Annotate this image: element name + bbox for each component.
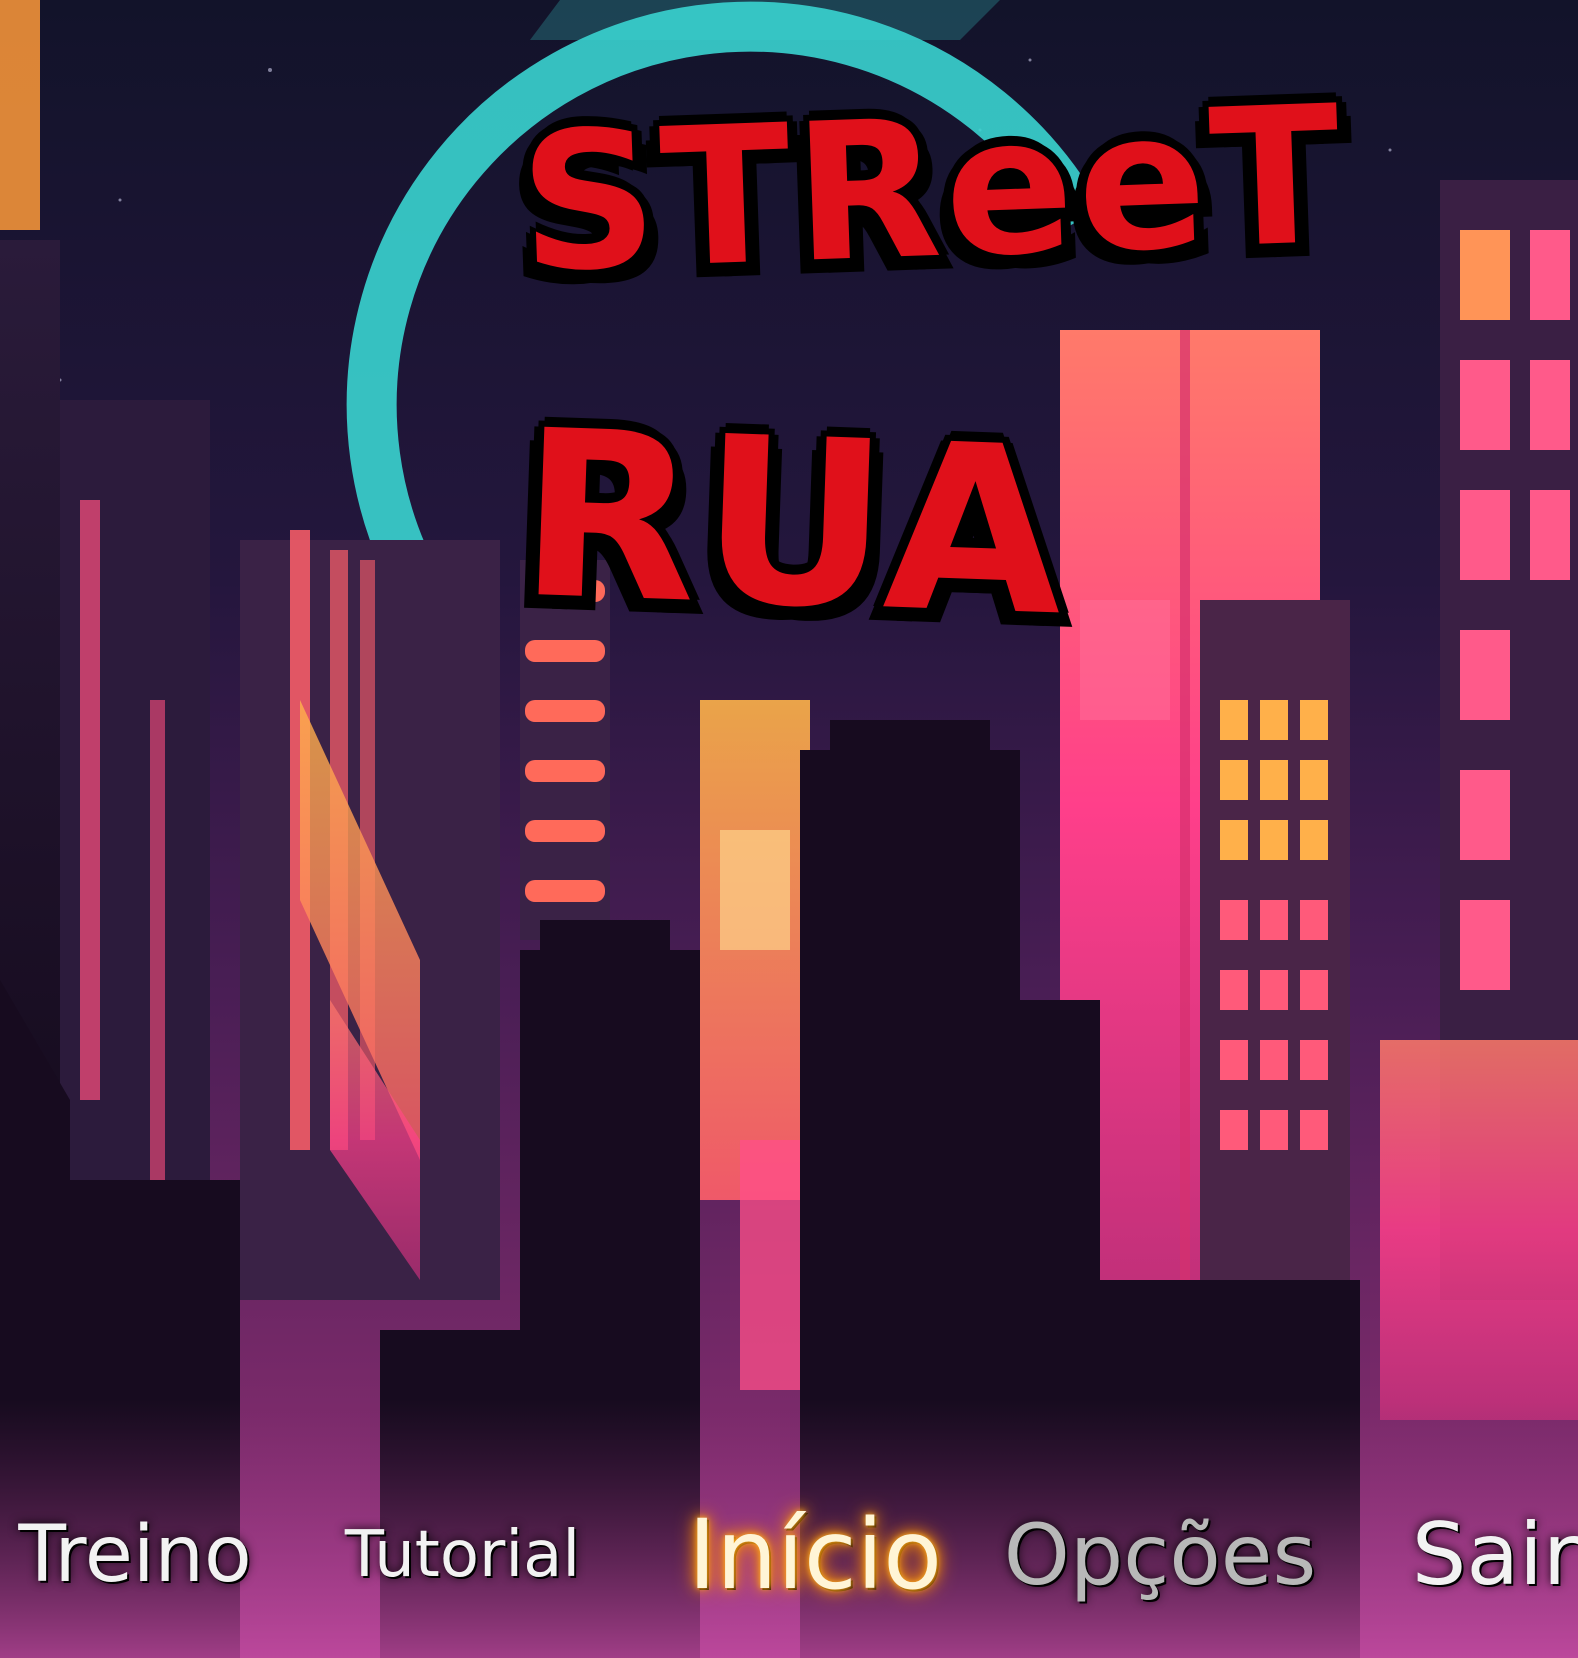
menu-item-label: Opções — [1003, 1506, 1317, 1604]
game-title-screen: STReeT RUA Treino Tutorial Início Opções… — [0, 0, 1578, 1658]
main-menu: Treino Tutorial Início Opções Sair — [0, 1480, 1578, 1630]
menu-item-sair[interactable]: Sair — [1412, 1480, 1578, 1630]
menu-item-label: Tutorial — [344, 1518, 581, 1592]
menu-item-label: Treino — [18, 1510, 252, 1600]
logo-line-rua: RUA — [515, 381, 1072, 668]
menu-item-inicio[interactable]: Início — [688, 1480, 942, 1630]
menu-item-label: Sair — [1411, 1505, 1578, 1605]
menu-item-label: Início — [688, 1499, 943, 1611]
menu-item-opcoes[interactable]: Opções — [1004, 1480, 1316, 1630]
menu-item-tutorial[interactable]: Tutorial — [345, 1480, 580, 1630]
game-logo: STReeT RUA — [516, 64, 1348, 720]
logo-line-street: STReeT — [516, 64, 1348, 315]
menu-item-treino[interactable]: Treino — [18, 1480, 251, 1630]
